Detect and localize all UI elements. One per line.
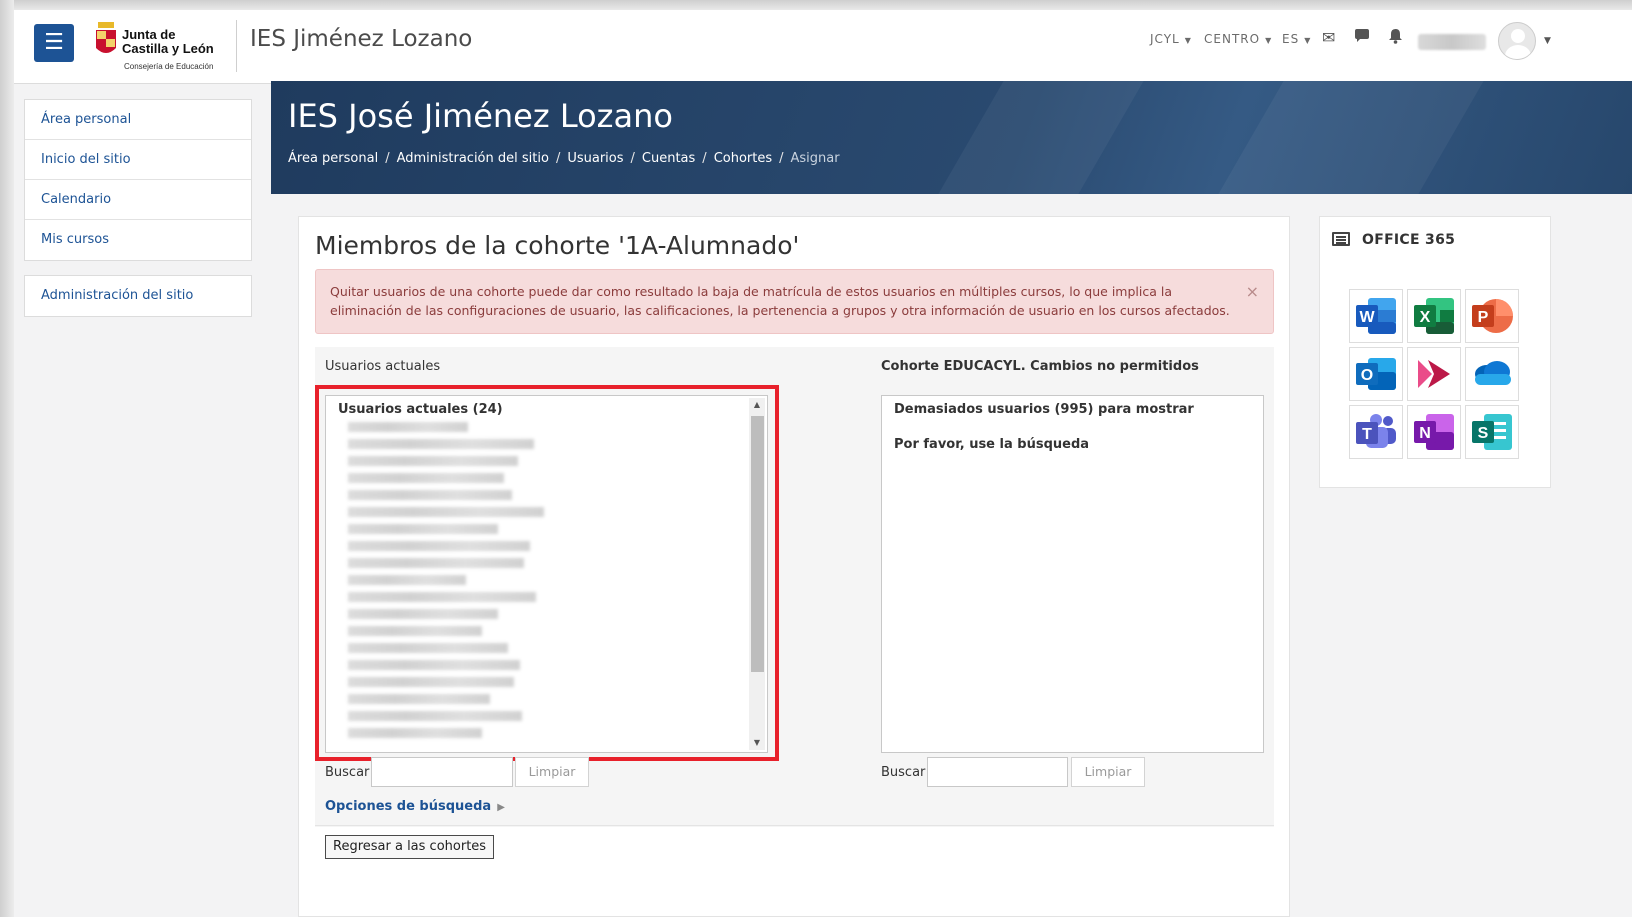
logo-text-line1: Junta de — [122, 27, 176, 42]
svg-text:P: P — [1478, 309, 1489, 326]
navbar-divider — [236, 20, 237, 72]
chevron-down-icon[interactable]: ▼ — [1544, 36, 1551, 46]
potential-users-label: Cohorte EDUCACYL. Cambios no permitidos — [881, 359, 1199, 374]
stream-icon[interactable] — [1407, 347, 1461, 401]
menu-jcyl[interactable]: JCYL ▼ — [1150, 32, 1192, 46]
potential-users-listbox[interactable]: Demasiados usuarios (995) para mostrar P… — [881, 395, 1264, 753]
menu-icon: ☰ — [44, 30, 64, 55]
search-options-link[interactable]: Opciones de búsqueda ▶ — [325, 799, 505, 814]
current-search-label: Buscar — [325, 765, 370, 780]
section-divider — [315, 825, 1274, 826]
warning-alert: Quitar usuarios de una cohorte puede dar… — [315, 269, 1274, 334]
main-content-card: Miembros de la cohorte '1A-Alumnado' Qui… — [298, 216, 1290, 917]
office365-block: OFFICE 365 W X P O T N S — [1319, 216, 1551, 488]
user-avatar-icon[interactable] — [1498, 22, 1536, 60]
potential-search-label: Buscar — [881, 765, 926, 780]
site-name[interactable]: IES Jiménez Lozano — [250, 26, 472, 52]
sidebar-item-area-personal[interactable]: Área personal — [25, 100, 251, 140]
sidebar-item-calendario[interactable]: Calendario — [25, 180, 251, 220]
potential-clear-button[interactable]: Limpiar — [1071, 757, 1145, 787]
breadcrumb-separator: / — [385, 151, 390, 166]
current-clear-button[interactable]: Limpiar — [515, 757, 589, 787]
word-icon[interactable]: W — [1349, 289, 1403, 343]
sidebar-admin-block: Administración del sitio — [24, 275, 252, 317]
back-to-cohorts-button[interactable]: Regresar a las cohortes — [325, 835, 495, 859]
svg-text:W: W — [1359, 309, 1375, 326]
list-icon — [1332, 232, 1350, 246]
menu-centro[interactable]: CENTRO ▼ — [1204, 32, 1272, 46]
svg-text:X: X — [1420, 309, 1431, 326]
sway-icon[interactable]: S — [1465, 405, 1519, 459]
use-search-message: Por favor, use la búsqueda — [894, 437, 1090, 452]
breadcrumb-separator: / — [630, 151, 635, 166]
envelope-icon[interactable]: ✉ — [1322, 28, 1335, 47]
page-header-banner: IES José Jiménez Lozano Área personal / Ad… — [271, 81, 1632, 194]
top-navbar: ☰ Junta de Castilla y León Consejería de… — [14, 10, 1632, 84]
current-users-label: Usuarios actuales — [325, 359, 441, 374]
potential-users-search-input[interactable] — [927, 757, 1068, 787]
breadcrumb-current: Asignar — [790, 151, 840, 166]
svg-text:S: S — [1478, 425, 1489, 442]
user-selector-area: Usuarios actuales Usuarios actuales (24) — [315, 347, 1274, 827]
chevron-down-icon: ▼ — [1265, 36, 1273, 45]
powerpoint-icon[interactable]: P — [1465, 289, 1519, 343]
user-name-blurred[interactable] — [1418, 34, 1486, 50]
breadcrumb-item[interactable]: Administración del sitio — [397, 151, 549, 166]
too-many-users-message: Demasiados usuarios (995) para mostrar — [894, 402, 1194, 417]
chevron-right-icon: ▶ — [497, 802, 505, 813]
frame-left-edge — [0, 0, 14, 917]
logo-text-line3: Consejería de Educación — [124, 62, 214, 71]
breadcrumb-separator: / — [779, 151, 784, 166]
breadcrumb-item[interactable]: Área personal — [288, 151, 378, 166]
sidebar-nav-block: Área personal Inicio del sitio Calendari… — [24, 99, 252, 261]
coat-of-arms-icon — [96, 22, 116, 53]
search-options-label: Opciones de búsqueda — [325, 799, 492, 814]
menu-language-label: ES — [1282, 32, 1300, 46]
breadcrumb-separator: / — [702, 151, 707, 166]
sidebar-item-inicio[interactable]: Inicio del sitio — [25, 140, 251, 180]
highlight-annotation — [315, 385, 779, 761]
sidebar-item-admin[interactable]: Administración del sitio — [25, 276, 251, 316]
jcyl-logo[interactable]: Junta de Castilla y León Consejería de E… — [94, 14, 224, 76]
breadcrumb-item[interactable]: Cohortes — [714, 151, 772, 166]
chevron-down-icon: ▼ — [1304, 36, 1312, 45]
breadcrumb-separator: / — [555, 151, 561, 166]
svg-text:O: O — [1361, 367, 1373, 384]
left-sidebar: Área personal Inicio del sitio Calendari… — [24, 99, 252, 331]
current-users-search-input[interactable] — [371, 757, 513, 787]
alert-text: Quitar usuarios de una cohorte puede dar… — [330, 284, 1230, 318]
office365-title: OFFICE 365 — [1362, 232, 1456, 248]
breadcrumb: Área personal / Administración del sitio / U… — [288, 151, 840, 166]
svg-text:T: T — [1362, 426, 1372, 443]
page-title: Miembros de la cohorte '1A-Alumnado' — [315, 231, 800, 260]
onedrive-icon[interactable] — [1465, 347, 1519, 401]
page-header-title: IES José Jiménez Lozano — [288, 97, 673, 135]
sidebar-item-mis-cursos[interactable]: Mis cursos — [25, 220, 251, 260]
svg-text:N: N — [1419, 425, 1431, 442]
banner-decoration — [938, 81, 1144, 194]
chevron-down-icon: ▼ — [1184, 36, 1192, 45]
menu-centro-label: CENTRO — [1204, 32, 1261, 46]
menu-toggle-button[interactable]: ☰ — [34, 24, 74, 62]
outlook-icon[interactable]: O — [1349, 347, 1403, 401]
logo-text-line2: Castilla y León — [122, 41, 214, 56]
teams-icon[interactable]: T — [1349, 405, 1403, 459]
breadcrumb-item[interactable]: Cuentas — [642, 151, 695, 166]
chat-icon[interactable] — [1354, 28, 1370, 48]
menu-jcyl-label: JCYL — [1150, 32, 1180, 46]
breadcrumb-item[interactable]: Usuarios — [567, 151, 623, 166]
onenote-icon[interactable]: N — [1407, 405, 1461, 459]
menu-language[interactable]: ES ▼ — [1282, 32, 1311, 46]
screenshot-frame: ☰ Junta de Castilla y León Consejería de… — [0, 0, 1632, 917]
bell-icon[interactable] — [1388, 28, 1403, 48]
banner-decoration — [1218, 81, 1484, 194]
close-icon[interactable]: × — [1246, 282, 1259, 301]
frame-top-edge — [0, 0, 1632, 10]
excel-icon[interactable]: X — [1407, 289, 1461, 343]
